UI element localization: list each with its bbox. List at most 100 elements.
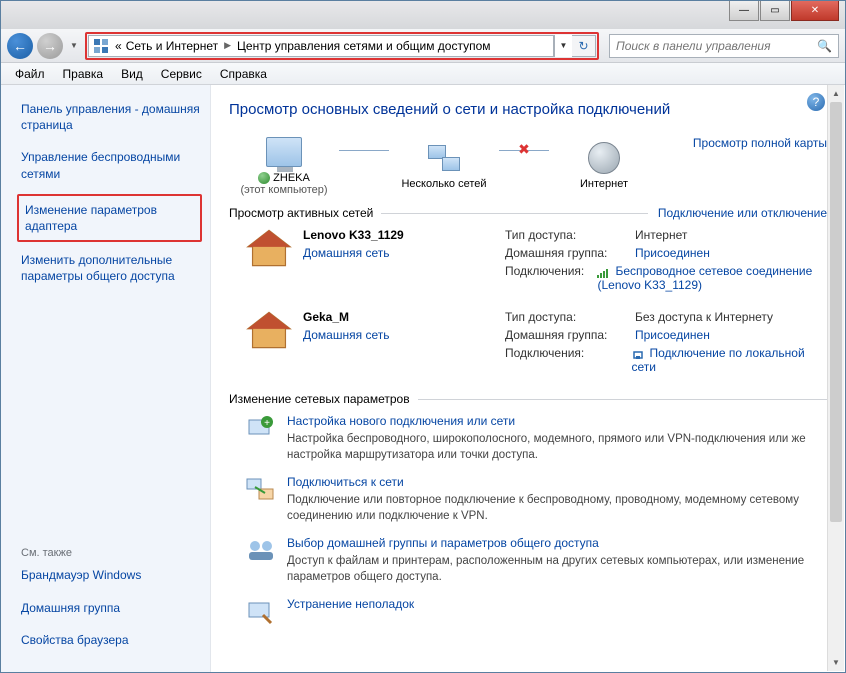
network-map: ZHEKA (этот компьютер) Несколько сетей И… — [229, 132, 827, 196]
breadcrumb-prefix[interactable]: « — [113, 39, 124, 53]
svg-text:+: + — [264, 418, 270, 429]
task-desc: Доступ к файлам и принтерам, расположенн… — [287, 554, 827, 585]
homegroup-link[interactable]: Присоединен — [635, 246, 710, 260]
homegroup-label: Домашняя группа: — [505, 328, 635, 342]
connection-link[interactable]: Подключение по локальной сети — [631, 346, 827, 374]
network-block-2: Geka_M Домашняя сеть Тип доступа:Без дос… — [245, 310, 827, 378]
sidebar-homegroup[interactable]: Домашняя группа — [17, 596, 210, 620]
section-label: Изменение сетевых параметров — [229, 392, 410, 406]
sidebar-adapter-settings[interactable]: Изменение параметров адаптера — [17, 194, 202, 242]
sidebar-cp-home[interactable]: Панель управления - домашняя страница — [17, 97, 210, 137]
globe-icon — [588, 142, 620, 174]
task-homegroup: Выбор домашней группы и параметров общег… — [245, 536, 827, 585]
computer-icon — [266, 137, 302, 167]
sidebar-advanced-sharing[interactable]: Изменить дополнительные параметры общего… — [17, 248, 210, 288]
menu-bar: Файл Правка Вид Сервис Справка — [1, 63, 845, 85]
task-desc: Подключение или повторное подключение к … — [287, 493, 827, 524]
titlebar: — ▭ ✕ — [1, 1, 845, 29]
search-icon: 🔍 — [817, 39, 832, 53]
homegroup-icon — [245, 536, 277, 564]
wifi-signal-icon — [597, 267, 611, 277]
task-troubleshoot: Устранение неполадок — [245, 597, 827, 625]
network-name: Geka_M — [303, 310, 389, 324]
address-bar[interactable]: « Сеть и Интернет ▶ Центр управления сет… — [88, 35, 554, 57]
vertical-scrollbar[interactable]: ▲ ▼ — [827, 85, 844, 671]
home-network-icon — [245, 310, 293, 350]
sidebar-see-also-label: См. также — [17, 543, 210, 563]
connections-label: Подключения: — [505, 346, 631, 374]
address-dropdown[interactable]: ▼ — [554, 35, 572, 57]
change-settings-header: Изменение сетевых параметров — [229, 392, 827, 406]
scroll-thumb[interactable] — [830, 102, 842, 522]
page-title: Просмотр основных сведений о сети и наст… — [229, 101, 827, 118]
homegroup-badge-icon — [258, 172, 270, 184]
nav-history-dropdown[interactable]: ▼ — [67, 34, 81, 58]
scroll-down-button[interactable]: ▼ — [828, 654, 844, 671]
access-value: Без доступа к Интернету — [635, 310, 773, 324]
task-title-link[interactable]: Настройка нового подключения или сети — [287, 414, 515, 428]
map-node-sub: (этот компьютер) — [229, 184, 339, 196]
access-label: Тип доступа: — [505, 228, 635, 242]
back-button[interactable]: ← — [7, 33, 33, 59]
task-desc: Настройка беспроводного, широкополосного… — [287, 432, 827, 463]
maximize-button[interactable]: ▭ — [760, 1, 790, 21]
scroll-up-button[interactable]: ▲ — [828, 85, 844, 102]
control-panel-icon — [93, 38, 109, 54]
search-box[interactable]: 🔍 — [609, 34, 839, 58]
body-split: Панель управления - домашняя страница Уп… — [1, 85, 845, 672]
sidebar-browser-props[interactable]: Свойства браузера — [17, 628, 210, 652]
menu-file[interactable]: Файл — [7, 65, 53, 83]
network-type-link[interactable]: Домашняя сеть — [303, 328, 389, 342]
map-node-multiple: Несколько сетей — [389, 138, 499, 190]
window-frame: — ▭ ✕ ← → ▼ « Сеть и Интернет ▶ Центр уп… — [0, 0, 846, 673]
sidebar: Панель управления - домашняя страница Уп… — [1, 85, 211, 672]
homegroup-label: Домашняя группа: — [505, 246, 635, 260]
menu-tools[interactable]: Сервис — [153, 65, 210, 83]
map-connection-line — [339, 150, 389, 151]
task-title-link[interactable]: Подключиться к сети — [287, 475, 404, 489]
content-pane: ? Просмотр основных сведений о сети и на… — [211, 85, 845, 672]
task-new-connection: + Настройка нового подключения или сети … — [245, 414, 827, 463]
ethernet-icon — [631, 349, 645, 359]
search-input[interactable] — [616, 39, 817, 53]
forward-button[interactable]: → — [37, 33, 63, 59]
task-title-link[interactable]: Выбор домашней группы и параметров общег… — [287, 536, 599, 550]
map-node-internet: Интернет — [549, 138, 659, 190]
connection-link[interactable]: Беспроводное сетевое соединение (Lenovo … — [597, 264, 827, 292]
view-full-map-link[interactable]: Просмотр полной карты — [693, 136, 827, 150]
homegroup-link[interactable]: Присоединен — [635, 328, 710, 342]
section-label: Просмотр активных сетей — [229, 206, 373, 220]
access-label: Тип доступа: — [505, 310, 635, 324]
active-networks-header: Просмотр активных сетей Подключение или … — [229, 206, 827, 220]
new-connection-icon: + — [245, 414, 277, 442]
minimize-button[interactable]: — — [729, 1, 759, 21]
access-value: Интернет — [635, 228, 687, 242]
map-node-name: ZHEKA — [273, 172, 310, 184]
refresh-button[interactable]: ↻ — [572, 35, 596, 57]
menu-view[interactable]: Вид — [113, 65, 151, 83]
close-button[interactable]: ✕ — [791, 1, 839, 21]
nav-toolbar: ← → ▼ « Сеть и Интернет ▶ Центр управлен… — [1, 29, 845, 63]
breadcrumb-sep-icon: ▶ — [220, 40, 235, 51]
help-icon[interactable]: ? — [807, 93, 825, 111]
sidebar-manage-wireless[interactable]: Управление беспроводными сетями — [17, 145, 210, 185]
task-connect-network: Подключиться к сети Подключение или повт… — [245, 475, 827, 524]
breadcrumb-network[interactable]: Сеть и Интернет — [124, 39, 220, 53]
connect-network-icon — [245, 475, 277, 503]
map-node-name: Несколько сетей — [389, 178, 499, 190]
network-block-1: Lenovo K33_1129 Домашняя сеть Тип доступ… — [245, 228, 827, 296]
map-node-this-pc: ZHEKA (этот компьютер) — [229, 132, 339, 196]
address-bar-highlight: « Сеть и Интернет ▶ Центр управления сет… — [85, 32, 599, 60]
menu-edit[interactable]: Правка — [55, 65, 112, 83]
breadcrumb-sharing-center[interactable]: Центр управления сетями и общим доступом — [235, 39, 493, 53]
network-type-link[interactable]: Домашняя сеть — [303, 246, 404, 260]
home-network-icon — [245, 228, 293, 268]
connect-disconnect-link[interactable]: Подключение или отключение — [658, 206, 827, 220]
map-node-name: Интернет — [549, 178, 659, 190]
map-connection-broken — [499, 150, 549, 151]
network-name: Lenovo K33_1129 — [303, 228, 404, 242]
connections-label: Подключения: — [505, 264, 597, 292]
task-title-link[interactable]: Устранение неполадок — [287, 597, 414, 611]
sidebar-firewall[interactable]: Брандмауэр Windows — [17, 563, 210, 587]
menu-help[interactable]: Справка — [212, 65, 275, 83]
